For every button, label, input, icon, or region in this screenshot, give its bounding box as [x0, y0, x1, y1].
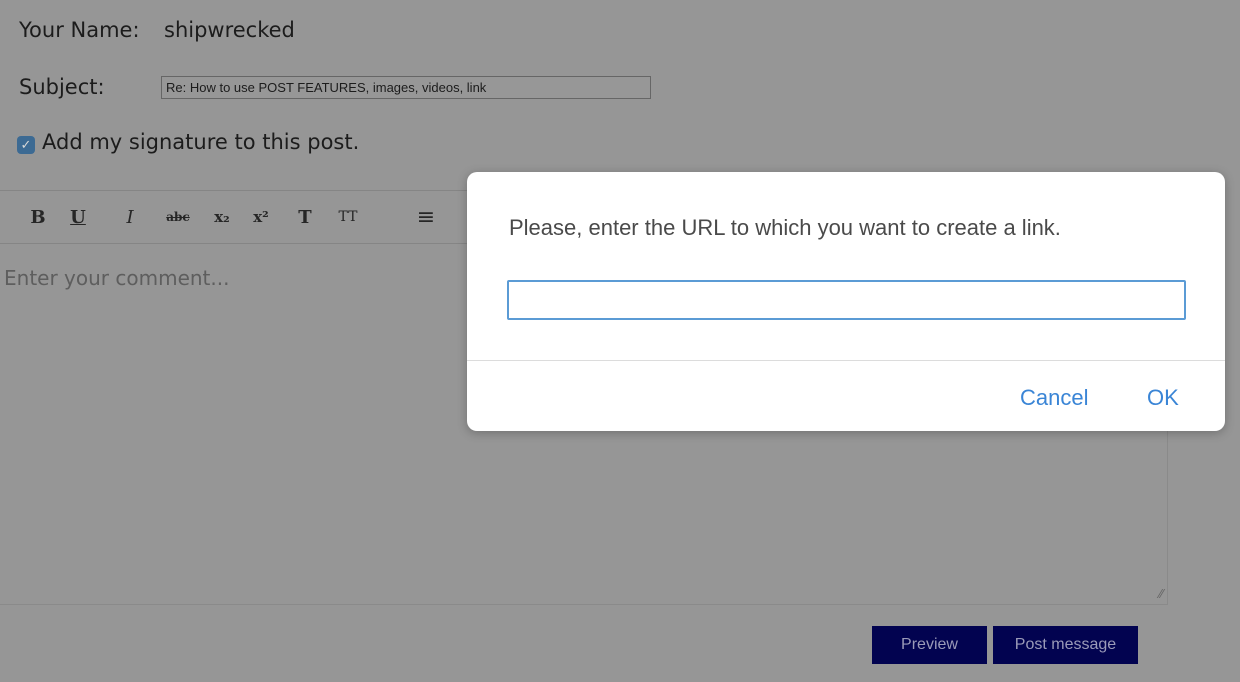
comment-placeholder: Enter your comment... — [4, 266, 230, 290]
subject-input[interactable]: Re: How to use POST FEATURES, images, vi… — [161, 76, 651, 99]
name-value: shipwrecked — [164, 18, 295, 42]
ok-button[interactable]: OK — [1147, 385, 1179, 411]
signature-label: Add my signature to this post. — [42, 130, 360, 154]
dialog-message: Please, enter the URL to which you want … — [509, 215, 1061, 240]
post-message-button[interactable]: Post message — [993, 626, 1138, 664]
underline-button[interactable]: U — [60, 191, 96, 243]
align-button[interactable]: ≡ — [408, 191, 444, 243]
bold-button[interactable]: B — [20, 191, 56, 243]
url-input[interactable] — [507, 280, 1186, 320]
superscript-button[interactable]: x² — [243, 191, 279, 243]
cancel-button[interactable]: Cancel — [1020, 385, 1088, 411]
italic-button[interactable]: I — [112, 191, 148, 243]
font-size-button[interactable]: TT — [330, 191, 366, 243]
preview-button[interactable]: Preview — [872, 626, 987, 664]
signature-checkbox[interactable]: ✓ — [17, 136, 35, 154]
subscript-button[interactable]: x₂ — [204, 191, 240, 243]
strikethrough-button[interactable]: abc — [160, 191, 196, 243]
link-url-dialog: Please, enter the URL to which you want … — [467, 172, 1225, 431]
resize-grip-icon[interactable]: ⁄⁄ — [1159, 587, 1163, 601]
subject-label: Subject: — [19, 75, 105, 99]
dialog-divider — [467, 360, 1225, 361]
name-label: Your Name: — [19, 18, 140, 42]
check-icon: ✓ — [20, 137, 32, 153]
text-color-button[interactable]: T — [287, 191, 323, 243]
formatting-toolbar: B U I abc x₂ x² T TT ≡ — [0, 190, 470, 244]
